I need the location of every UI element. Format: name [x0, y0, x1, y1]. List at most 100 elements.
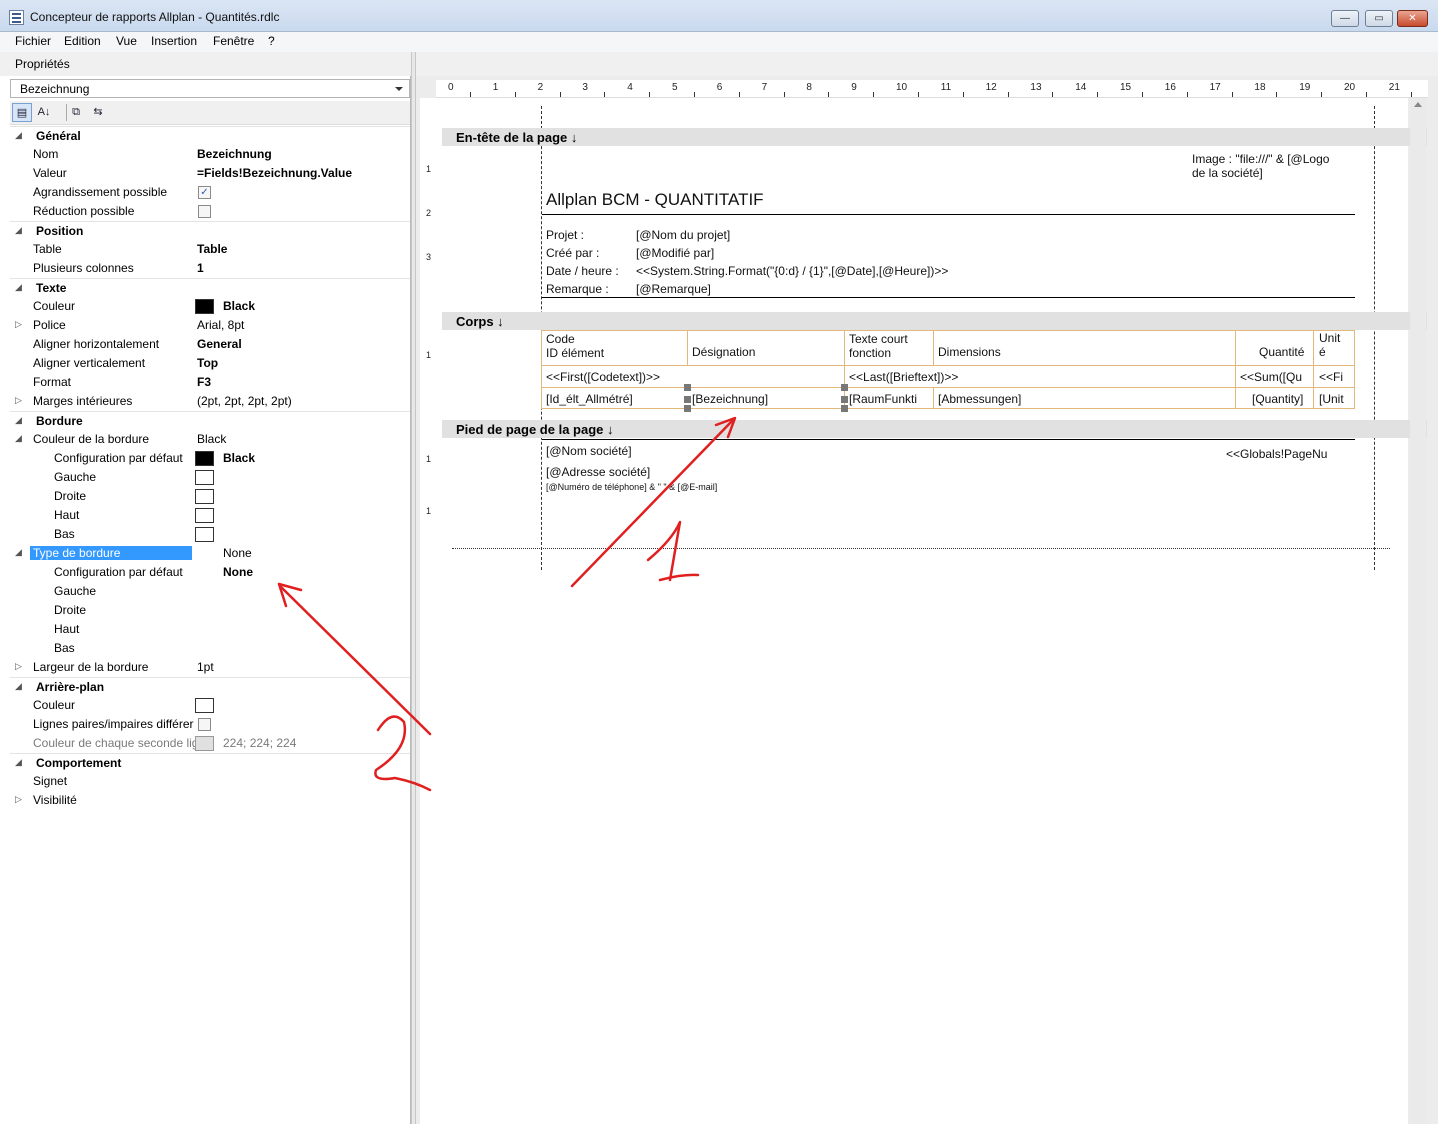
property-row[interactable]: Couleur de chaque seconde lig 224; 224; 2… — [10, 734, 410, 753]
footer-company[interactable]: [@Nom société] — [546, 444, 632, 458]
property-row[interactable]: Gauche — [10, 468, 410, 487]
group-sum-cell[interactable]: <<Sum([Qu — [1240, 370, 1302, 384]
collapse-icon[interactable]: ◢ — [15, 415, 25, 426]
property-row[interactable]: Bas — [10, 525, 410, 544]
property-value[interactable]: Top — [197, 356, 218, 370]
expand-icon[interactable]: ▷ — [15, 794, 25, 805]
col-texte-header[interactable]: Texte court — [849, 332, 908, 346]
info-value-remarque[interactable]: [@Remarque] — [636, 282, 711, 296]
property-category[interactable]: ◢ Texte — [10, 278, 410, 297]
property-row[interactable]: Table Table — [10, 240, 410, 259]
property-row[interactable]: Configuration par défaut Black — [10, 449, 410, 468]
property-row[interactable]: Configuration par défaut None — [10, 563, 410, 582]
categorized-view-button[interactable]: ▤ — [12, 103, 32, 122]
property-row[interactable]: Plusieurs colonnes 1 — [10, 259, 410, 278]
property-row[interactable]: Couleur — [10, 696, 410, 715]
info-value-projet[interactable]: [@Nom du projet] — [636, 228, 730, 242]
col-dimensions-header[interactable]: Dimensions — [938, 345, 1001, 359]
object-selector[interactable]: Bezeichnung — [10, 79, 410, 98]
property-value[interactable]: =Fields!Bezeichnung.Value — [197, 166, 352, 180]
expand-icon[interactable]: ▷ — [15, 395, 25, 406]
detail-quantity-cell[interactable]: [Quantity] — [1252, 392, 1303, 406]
property-row[interactable]: Droite — [10, 601, 410, 620]
alphabetical-sort-button[interactable]: A↓ — [34, 103, 54, 122]
col-designation-header[interactable]: Désignation — [692, 345, 755, 359]
collapse-icon[interactable]: ◢ — [15, 547, 25, 558]
collapse-icon[interactable]: ◢ — [15, 757, 25, 768]
property-row[interactable]: Signet — [10, 772, 410, 791]
property-row[interactable]: ▷ Largeur de la bordure 1pt — [10, 658, 410, 677]
property-category[interactable]: ◢ Arrière-plan — [10, 677, 410, 696]
checkbox[interactable] — [198, 205, 211, 218]
detail-id-cell[interactable]: [Id_élt_Allmétré] — [546, 392, 633, 406]
col-quantite-header[interactable]: Quantité — [1259, 345, 1304, 359]
property-row[interactable]: Valeur =Fields!Bezeichnung.Value — [10, 164, 410, 183]
property-row[interactable]: Aligner verticalement Top — [10, 354, 410, 373]
footer-phone-email[interactable]: [@Numéro de téléphone] & " " & [@E-mail] — [546, 482, 717, 492]
property-row[interactable]: Gauche — [10, 582, 410, 601]
color-swatch[interactable] — [195, 508, 214, 523]
selection-handle[interactable] — [684, 396, 691, 403]
report-title[interactable]: Allplan BCM - QUANTITATIF — [546, 190, 764, 210]
property-row[interactable]: ◢ Couleur de la bordure Black — [10, 430, 410, 449]
detail-raum-cell[interactable]: [RaumFunkti — [849, 392, 917, 406]
property-row[interactable]: Agrandissement possible ✓ — [10, 183, 410, 202]
minimize-button[interactable]: — — [1331, 10, 1359, 27]
group-last-cell[interactable]: <<Last([Brieftext])>> — [849, 370, 958, 384]
color-swatch[interactable] — [195, 736, 214, 751]
logo-image-expression-1[interactable]: Image : "file:///" & [@Logo — [1192, 152, 1329, 166]
menu-fichier[interactable]: Fichier — [15, 34, 51, 48]
maximize-button[interactable]: ▭ — [1365, 10, 1393, 27]
property-category[interactable]: ◢ Position — [10, 221, 410, 240]
menu-help[interactable]: ? — [268, 34, 275, 48]
selection-handle[interactable] — [841, 396, 848, 403]
expand-icon[interactable]: ▷ — [15, 319, 25, 330]
property-row[interactable]: ◢ Type de bordure None — [10, 544, 410, 563]
property-value[interactable]: Black — [197, 432, 226, 446]
col-unite-header[interactable]: Unit — [1319, 331, 1340, 345]
property-value[interactable]: General — [197, 337, 242, 351]
selection-handle[interactable] — [684, 405, 691, 412]
collapse-icon[interactable]: ◢ — [15, 130, 25, 141]
property-value[interactable]: None — [223, 565, 253, 579]
checkbox[interactable]: ✓ — [198, 186, 211, 199]
property-row[interactable]: Couleur Black — [10, 297, 410, 316]
detail-bezeichnung-cell[interactable]: [Bezeichnung] — [692, 392, 768, 406]
property-value[interactable]: Arial, 8pt — [197, 318, 244, 332]
property-row[interactable]: Haut — [10, 506, 410, 525]
property-value[interactable]: 1 — [197, 261, 204, 275]
collapse-icon[interactable]: ◢ — [15, 433, 25, 444]
group-fi-cell[interactable]: <<Fi — [1319, 370, 1343, 384]
page-header-band[interactable]: En-tête de la page ↓ — [442, 128, 1427, 146]
menu-edition[interactable]: Edition — [64, 34, 101, 48]
col-code-header[interactable]: Code — [546, 332, 575, 346]
property-row[interactable]: Aligner horizontalement General — [10, 335, 410, 354]
detail-unit-cell[interactable]: [Unit — [1319, 392, 1344, 406]
property-row[interactable]: ▷ Police Arial, 8pt — [10, 316, 410, 335]
footer-page-number[interactable]: <<Globals!PageNu — [1226, 447, 1327, 461]
property-value[interactable]: (2pt, 2pt, 2pt, 2pt) — [197, 394, 292, 408]
property-row[interactable]: Haut — [10, 620, 410, 639]
menu-vue[interactable]: Vue — [116, 34, 137, 48]
property-pages-button[interactable]: ⧉ — [66, 103, 86, 122]
property-value[interactable]: Table — [197, 242, 227, 256]
property-value[interactable]: Black — [223, 451, 255, 465]
property-category[interactable]: ◢ Bordure — [10, 411, 410, 430]
detail-abmessungen-cell[interactable]: [Abmessungen] — [938, 392, 1021, 406]
checkbox[interactable] — [198, 718, 211, 731]
color-swatch[interactable] — [195, 527, 214, 542]
menu-fenetre[interactable]: Fenêtre — [213, 34, 254, 48]
color-swatch[interactable] — [195, 470, 214, 485]
property-row[interactable]: ▷ Visibilité — [10, 791, 410, 810]
group-first-cell[interactable]: <<First([Codetext])>> — [546, 370, 660, 384]
property-value[interactable]: Bezeichnung — [197, 147, 272, 161]
property-row[interactable]: ▷ Marges intérieures (2pt, 2pt, 2pt, 2pt) — [10, 392, 410, 411]
collapse-icon[interactable]: ◢ — [15, 225, 25, 236]
property-value[interactable]: None — [223, 546, 252, 560]
footer-address[interactable]: [@Adresse société] — [546, 465, 650, 479]
menu-insertion[interactable]: Insertion — [151, 34, 197, 48]
info-value-date[interactable]: <<System.String.Format("{0:d} / {1}",[@D… — [636, 264, 948, 278]
property-value[interactable]: 224; 224; 224 — [223, 736, 296, 750]
property-value[interactable]: Black — [223, 299, 255, 313]
property-row[interactable]: Nom Bezeichnung — [10, 145, 410, 164]
